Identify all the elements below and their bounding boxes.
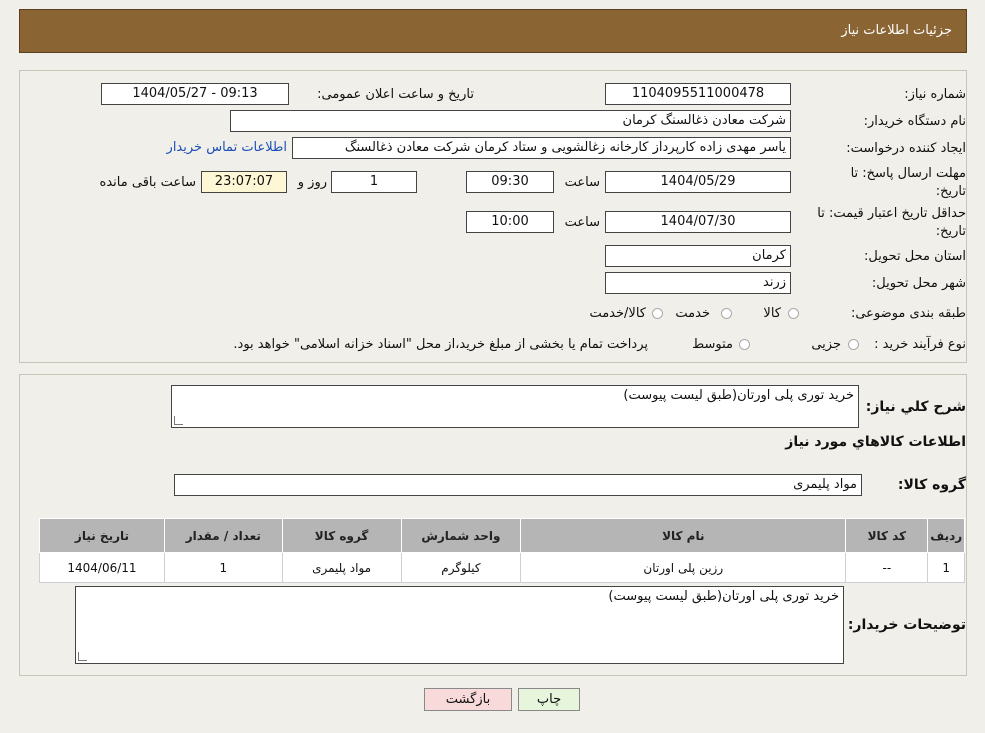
category-goods-label: کالا [763, 306, 781, 321]
unit-cell: کیلوگرم [400, 552, 522, 583]
need-date-cell: 1404/06/11 [39, 552, 165, 583]
remaining-days-label: روز و [297, 175, 327, 190]
buyer-notes-text: خرید توری پلی اورتان(طبق لیست پیوست) [608, 589, 839, 604]
page-header: جزئیات اطلاعات نیاز [19, 9, 967, 53]
item-name-cell: رزین پلی اورتان [520, 552, 847, 583]
price-validity-date: 1404/07/30 [605, 211, 791, 233]
remaining-days-field: 1 [331, 171, 417, 193]
announce-datetime-label: تاریخ و ساعت اعلان عمومی: [317, 87, 474, 102]
announce-datetime-value: 1404/05/27 - 09:13 [132, 86, 258, 101]
need-number-field: 1104095511000478 [605, 83, 791, 105]
buyer-org-label: نام دستگاه خریدار: [863, 114, 966, 129]
remaining-time-label: ساعت باقی مانده [99, 175, 196, 190]
remaining-time-field: 23:07:07 [201, 171, 287, 193]
resize-handle-icon[interactable] [174, 416, 183, 425]
category-service-label: خدمت [675, 306, 710, 321]
process-minor-label: جزیی [811, 337, 841, 352]
goods-group-field: مواد پلیمری [174, 474, 862, 496]
col-group-header: گروه کالا [281, 518, 402, 553]
delivery-province-label: استان محل تحویل: [864, 249, 966, 264]
category-service-radio[interactable] [721, 308, 732, 319]
row-number-cell: 1 [927, 552, 965, 583]
reply-deadline-time: 09:30 [466, 171, 554, 193]
buyer-contact-link[interactable]: اطلاعات تماس خریدار [167, 140, 287, 155]
request-creator-label: ایجاد کننده درخواست: [846, 141, 966, 156]
table-row: 1 -- رزین پلی اورتان کیلوگرم مواد پلیمری… [39, 552, 965, 583]
col-name-header: نام کالا [520, 518, 847, 553]
reply-deadline-date: 1404/05/29 [605, 171, 791, 193]
announce-datetime-field: 1404/05/27 - 09:13 [101, 83, 289, 105]
goods-table: رديف کد کالا نام کالا واحد شمارش گروه کا… [39, 518, 965, 583]
category-goods-radio[interactable] [788, 308, 799, 319]
buyer-notes-field: خرید توری پلی اورتان(طبق لیست پیوست) [75, 586, 844, 664]
col-date-header: تاريخ نياز [39, 518, 165, 553]
price-validity-time-label: ساعت [564, 215, 600, 230]
general-description-label: شرح کلي نياز: [865, 399, 966, 415]
delivery-city-field: زرند [605, 272, 791, 294]
goods-table-header-row: رديف کد کالا نام کالا واحد شمارش گروه کا… [39, 518, 965, 553]
buyer-org-field: شرکت معادن ذغالسنگ کرمان [230, 110, 791, 132]
price-validity-time: 10:00 [466, 211, 554, 233]
category-goods-service-label: کالا/خدمت [589, 306, 646, 321]
col-qty-header: تعداد / مقدار [163, 518, 283, 553]
reply-deadline-label: مهلت ارسال پاسخ: تا [850, 166, 966, 181]
subject-category-label: طبقه بندی موضوعی: [850, 306, 966, 321]
goods-info-title: اطلاعات کالاهاي مورد نياز [785, 434, 966, 450]
payment-note: پرداخت تمام یا بخشی از مبلغ خرید،از محل … [233, 337, 648, 352]
purchase-process-label: نوع فرآیند خرید : [874, 337, 966, 352]
delivery-city-label: شهر محل تحویل: [871, 276, 966, 291]
category-goods-service-radio[interactable] [652, 308, 663, 319]
col-unit-header: واحد شمارش [400, 518, 522, 553]
delivery-province-field: کرمان [605, 245, 791, 267]
page-title: جزئیات اطلاعات نیاز [841, 23, 952, 38]
resize-handle-icon[interactable] [78, 652, 87, 661]
col-row-header: رديف [927, 518, 965, 553]
process-medium-radio[interactable] [739, 339, 750, 350]
need-number-label: شماره نیاز: [904, 87, 966, 102]
group-cell: مواد پلیمری [281, 552, 402, 583]
request-creator-field: یاسر مهدی زاده کارپرداز کارخانه زغالشویی… [292, 137, 791, 159]
process-minor-radio[interactable] [848, 339, 859, 350]
col-code-header: کد کالا [845, 518, 929, 553]
price-validity-label-2: تاریخ: [935, 224, 966, 239]
item-code-cell: -- [845, 552, 929, 583]
process-medium-label: متوسط [692, 337, 733, 352]
reply-deadline-time-label: ساعت [564, 175, 600, 190]
quantity-cell: 1 [163, 552, 283, 583]
back-button[interactable]: بازگشت [424, 688, 512, 711]
price-validity-label: حداقل تاریخ اعتبار قیمت: تا [817, 206, 966, 221]
general-description-field: خرید توری پلی اورتان(طبق لیست پیوست) [171, 385, 859, 428]
buyer-notes-label: توضیحات خریدار: [847, 617, 966, 633]
goods-group-label: گروه کالا: [897, 477, 966, 493]
print-button[interactable]: چاپ [518, 688, 580, 711]
reply-deadline-label-2: تاریخ: [935, 184, 966, 199]
general-description-text: خرید توری پلی اورتان(طبق لیست پیوست) [623, 388, 854, 403]
